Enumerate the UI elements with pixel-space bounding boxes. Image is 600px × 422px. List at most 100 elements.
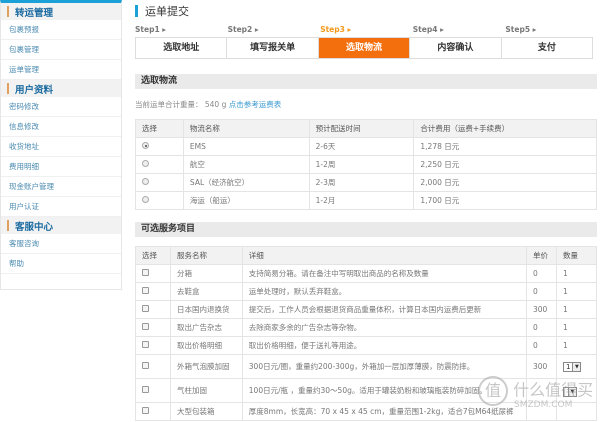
step-tab[interactable]: 填写报关单 — [227, 38, 319, 58]
sidebar-item[interactable]: 信息修改 — [1, 117, 121, 137]
cell-qty: 1 ▼ — [556, 354, 597, 379]
sidebar: 转运管理 包裹预报 包裹管理 运单管理用户资料 密码修改 信息修改 收货地址 费用明细 现金账户… — [0, 0, 122, 290]
rate-table-link[interactable]: 点击参考运费表 — [229, 100, 282, 109]
step-tab[interactable]: 支付 — [502, 38, 592, 58]
column-header: 详细 — [241, 246, 528, 265]
step-number: Step3 — [320, 25, 345, 34]
step-arrow-icon: ▸ — [530, 25, 537, 34]
cell-price: 0 — [526, 282, 557, 301]
table-row: 取出广告杂志 去除商家多余的广告杂志等杂物。 0 1 — [135, 318, 597, 337]
sidebar-item[interactable]: 用户认证 — [1, 197, 121, 217]
cell-price: 300 — [526, 354, 557, 379]
radio-button[interactable] — [142, 196, 149, 203]
table-row: 外箱气泡膜加固 300日元/圈，重量约200-300g，外箱加一层加厚薄膜，防震防… — [135, 354, 597, 379]
table-row[interactable]: EMS 2-6天 1,278 日元 — [135, 137, 597, 156]
cell-qty: 1 — [556, 318, 597, 337]
checkbox[interactable] — [142, 362, 149, 369]
cell-time: 1-2月 — [308, 191, 415, 210]
cell-fee: 2,250 日元 — [413, 155, 597, 174]
quantity-value: 1 — [563, 305, 568, 314]
column-header: 预计配送时间 — [308, 119, 415, 138]
checkbox[interactable] — [142, 407, 149, 414]
quantity-select[interactable]: 1 ▼ — [563, 361, 582, 372]
sidebar-item[interactable]: 费用明细 — [1, 157, 121, 177]
cell-time: 2-6天 — [308, 137, 415, 156]
select-cell — [135, 336, 171, 355]
checkbox[interactable] — [142, 305, 149, 312]
sidebar-item[interactable]: 客服咨询 — [1, 234, 121, 254]
sidebar-item[interactable]: 现金账户管理 — [1, 177, 121, 197]
cell-detail: 提交后，工作人员会根据退货商品重量体积，计算日本国内运费后更新 — [241, 300, 528, 319]
quantity-value: 1 — [563, 287, 568, 296]
table-row: 分箱 支持简易分箱。请在备注中写明取出商品的名称及数量 0 1 — [135, 264, 597, 283]
sidebar-section-title: 用户资料 — [15, 84, 54, 96]
watermark-text: 什么值得买 — [513, 380, 594, 400]
step-tabs: 选取地址 填写报关单 选取物流 内容确认 支付 — [135, 37, 593, 59]
cell-name: 分箱 — [169, 264, 243, 283]
cell-name: 外箱气泡膜加固 — [169, 354, 243, 379]
step-labels: Step1 ▸ Step2 ▸ Step3 ▸ Step4 ▸ Step5 ▸ — [135, 25, 598, 35]
watermark-sub: SMZDM.COM — [514, 400, 573, 410]
step-number: Step4 — [412, 25, 438, 34]
select-cell — [135, 318, 171, 337]
checkbox[interactable] — [142, 323, 149, 330]
sidebar-section-header: 用户资料 — [1, 80, 121, 97]
cell-detail: 运单处理时，默认丢弃鞋盒。 — [241, 282, 528, 301]
sidebar-item[interactable]: 包裹预报 — [1, 20, 121, 40]
radio-button[interactable] — [142, 160, 149, 167]
checkbox[interactable] — [142, 269, 149, 276]
checkbox[interactable] — [142, 341, 149, 348]
select-cell — [135, 402, 171, 421]
logistics-section-header: 选取物流 — [135, 74, 597, 89]
cell-qty: 1 — [556, 282, 597, 301]
radio-button[interactable] — [142, 142, 149, 149]
sidebar-item[interactable]: 帮助 — [1, 254, 121, 274]
column-header: 合计费用（运费+手续费） — [413, 119, 597, 138]
checkbox[interactable] — [142, 386, 149, 393]
watermark-logo: 值 — [478, 376, 508, 406]
cell-detail: 支持简易分箱。请在备注中写明取出商品的名称及数量 — [241, 264, 528, 283]
table-row[interactable]: 航空 1-2周 2,250 日元 — [135, 155, 597, 174]
step-arrow-icon: ▸ — [252, 25, 259, 34]
watermark: 值 什么值得买 SMZDM.COM — [478, 376, 593, 410]
chevron-down-icon: ▼ — [572, 362, 581, 371]
column-header: 单价 — [526, 246, 557, 265]
select-cell — [135, 191, 184, 210]
cell-name: 大型包装箱 — [169, 402, 243, 421]
cell-name: EMS — [182, 137, 310, 156]
sidebar-item[interactable]: 收货地址 — [1, 137, 121, 157]
quantity-value: 1 — [566, 362, 571, 371]
select-cell — [135, 155, 184, 174]
step-tab[interactable]: 选取物流 — [318, 38, 411, 58]
step-tab[interactable]: 选取地址 — [136, 38, 228, 58]
cell-qty: 1 — [556, 300, 597, 319]
table-header-row: 选择 物流名称 预计配送时间 合计费用（运费+手续费） — [135, 119, 597, 138]
step-label: Step5 ▸ — [505, 25, 598, 35]
cell-qty: 1 — [556, 336, 597, 355]
column-header: 选择 — [135, 119, 184, 138]
cell-name: 去鞋盒 — [169, 282, 243, 301]
section-marker — [7, 220, 9, 231]
quantity-value: 1 — [563, 341, 568, 350]
quantity-value: 1 — [563, 269, 568, 278]
sidebar-item[interactable]: 密码修改 — [1, 97, 121, 117]
step-number: Step5 — [505, 25, 531, 34]
step-tab[interactable]: 内容确认 — [410, 38, 502, 58]
table-row: 日本国内退换货 提交后，工作人员会根据退货商品重量体积，计算日本国内运费后更新 30… — [135, 300, 597, 319]
sidebar-item[interactable]: 包裹管理 — [1, 40, 121, 60]
column-header: 选择 — [135, 246, 171, 265]
radio-button[interactable] — [142, 178, 149, 185]
step-arrow-icon: ▸ — [344, 25, 352, 34]
cell-time: 2-3周 — [308, 173, 415, 192]
table-header-row: 选择 服务名称 详细 单价 数量 — [135, 246, 597, 265]
table-row[interactable]: SAL（经济航空） 2-3周 2,000 日元 — [135, 173, 597, 192]
checkbox[interactable] — [142, 287, 149, 294]
sidebar-section-header: 转运管理 — [1, 3, 121, 20]
cell-fee: 2,000 日元 — [413, 173, 597, 192]
column-header: 物流名称 — [182, 119, 310, 138]
step-label: Step3 ▸ — [320, 25, 413, 35]
section-marker — [7, 6, 9, 17]
weight-value: 540 g — [204, 100, 227, 109]
table-row[interactable]: 海运（船运） 1-2月 1,700 日元 — [135, 191, 597, 210]
sidebar-item[interactable]: 运单管理 — [1, 60, 121, 80]
